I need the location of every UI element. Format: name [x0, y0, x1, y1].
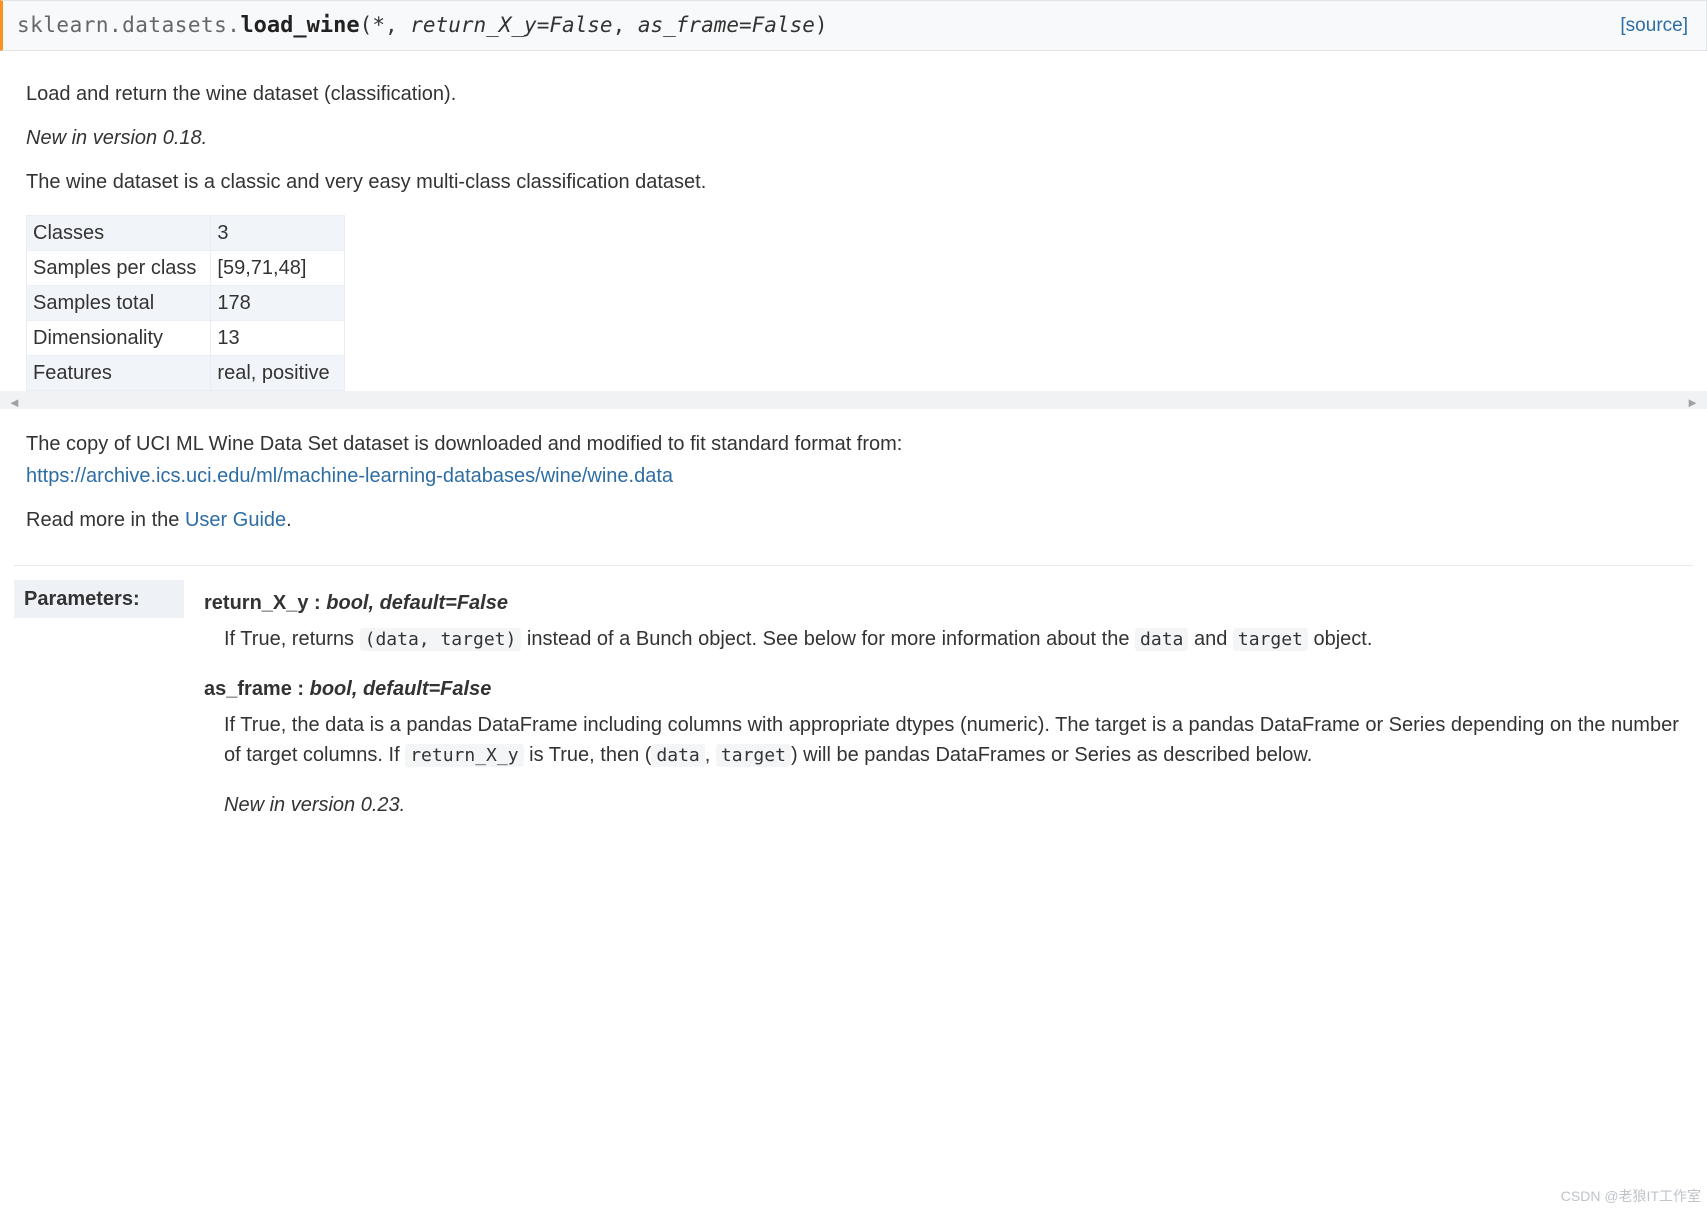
user-guide-link[interactable]: User Guide — [185, 509, 286, 531]
param-as-frame-head: as_frame : bool, default=False — [204, 674, 1683, 704]
text: is True, then ( — [524, 744, 652, 766]
table-key: Classes — [27, 216, 211, 251]
code-inline: target — [716, 744, 791, 767]
signature-module: sklearn.datasets. — [17, 13, 240, 37]
param-name: return_X_y : — [204, 592, 326, 614]
param-type: bool, default=False — [310, 678, 492, 700]
param-return-x-y-body: If True, returns (data, target) instead … — [224, 624, 1683, 654]
text: , — [705, 744, 716, 766]
param-as-frame-body: If True, the data is a pandas DataFrame … — [224, 710, 1683, 770]
dataset-summary-table: Classes3Samples per class[59,71,48]Sampl… — [26, 215, 345, 391]
description-block: Load and return the wine dataset (classi… — [26, 79, 1681, 391]
scroll-right-icon[interactable]: ► — [1686, 393, 1699, 413]
param-type: bool, default=False — [326, 592, 508, 614]
intro-paragraph-2: The wine dataset is a classic and very e… — [26, 167, 1681, 197]
text: instead of a Bunch object. See below for… — [521, 628, 1135, 650]
table-value: 13 — [211, 321, 344, 356]
parameters-body: return_X_y : bool, default=False If True… — [184, 580, 1693, 824]
table-row: Samples total178 — [27, 286, 345, 321]
source-link[interactable]: [source] — [1620, 15, 1688, 36]
param-name: as_frame : — [204, 678, 310, 700]
read-more: Read more in the User Guide. — [26, 505, 1681, 535]
table-key: Samples total — [27, 286, 211, 321]
code-inline: return_X_y — [405, 744, 523, 767]
text: ) will be pandas DataFrames or Series as… — [791, 744, 1312, 766]
sep: , — [613, 13, 638, 37]
signature-star: * — [372, 13, 385, 37]
paren-close: ) — [815, 13, 828, 37]
signature-function: load_wine — [240, 13, 359, 38]
paren-open: ( — [360, 13, 373, 37]
sep: , — [385, 13, 410, 37]
table-key: Samples per class — [27, 251, 211, 286]
table-row: Samples per class[59,71,48] — [27, 251, 345, 286]
signature-text: sklearn.datasets.load_wine(*, return_X_y… — [17, 9, 828, 42]
intro-paragraph: Load and return the wine dataset (classi… — [26, 79, 1681, 109]
table-value: 178 — [211, 286, 344, 321]
code-inline: data — [651, 744, 704, 767]
readmore-pre: Read more in the — [26, 509, 185, 531]
horizontal-scrollbar[interactable]: ◄ ► — [0, 391, 1707, 409]
table-row: Featuresreal, positive — [27, 356, 345, 391]
readmore-post: . — [286, 509, 292, 531]
dataset-url-link[interactable]: https://archive.ics.uci.edu/ml/machine-l… — [26, 465, 673, 487]
table-key: Features — [27, 356, 211, 391]
parameters-label: Parameters: — [14, 580, 184, 618]
table-key: Dimensionality — [27, 321, 211, 356]
version-added: New in version 0.18. — [26, 123, 1681, 153]
text: If True, returns — [224, 628, 360, 650]
table-value: real, positive — [211, 356, 344, 391]
code-inline: target — [1233, 628, 1308, 651]
watermark: CSDN @老狼IT工作室 — [1561, 1186, 1701, 1207]
parameters-section: Parameters: return_X_y : bool, default=F… — [14, 565, 1693, 824]
text: object. — [1308, 628, 1372, 650]
source-credit: The copy of UCI ML Wine Data Set dataset… — [26, 429, 1681, 459]
code-inline: (data, target) — [360, 628, 522, 651]
table-value: 3 — [211, 216, 344, 251]
text: and — [1188, 628, 1232, 650]
after-table-block: The copy of UCI ML Wine Data Set dataset… — [26, 429, 1681, 535]
code-inline: data — [1135, 628, 1188, 651]
table-row: Classes3 — [27, 216, 345, 251]
scroll-left-icon[interactable]: ◄ — [8, 393, 21, 413]
table-value: [59,71,48] — [211, 251, 344, 286]
table-row: Dimensionality13 — [27, 321, 345, 356]
param-return-x-y-head: return_X_y : bool, default=False — [204, 588, 1683, 618]
source-link-wrap: [source] — [1620, 10, 1688, 41]
function-signature: sklearn.datasets.load_wine(*, return_X_y… — [0, 0, 1707, 51]
signature-param-1: return_X_y=False — [410, 13, 612, 37]
param-as-frame-version: New in version 0.23. — [224, 790, 1683, 820]
signature-param-2: as_frame=False — [638, 13, 815, 37]
